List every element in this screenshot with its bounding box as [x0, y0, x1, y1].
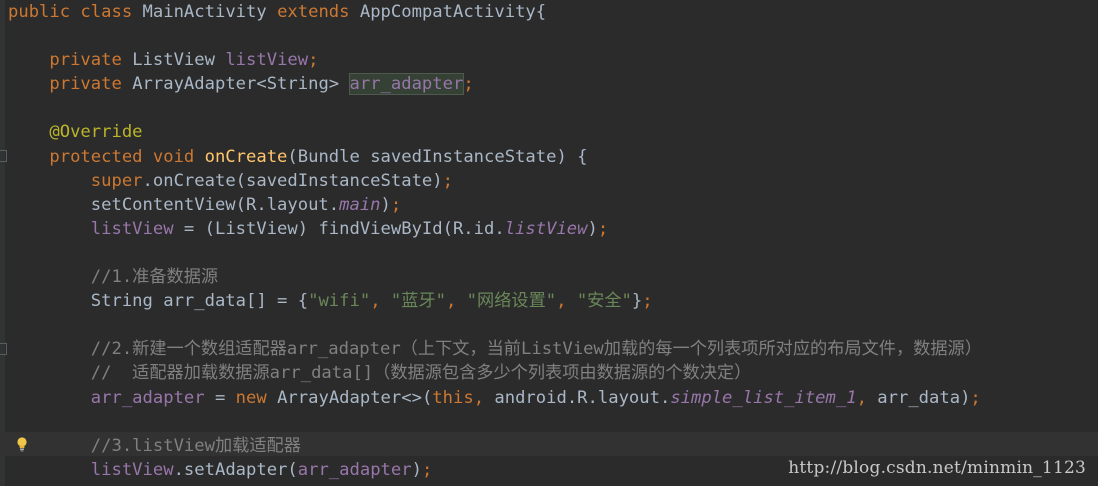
fold-marker-oncreate[interactable] [0, 150, 7, 162]
code-token: //1.准备数据源 [8, 267, 219, 288]
code-token: // 适配器加载数据源arr_data[]（数据源包含多少个列表项由数据源的个数… [8, 363, 752, 384]
code-token: listView [504, 218, 588, 239]
code-line[interactable] [8, 410, 982, 434]
code-token: protected void [8, 146, 205, 167]
code-token: arr_adapter [297, 459, 412, 480]
code-token: listView [225, 50, 309, 71]
code-token: = (ListView) findViewById(R.id. [183, 218, 505, 239]
code-line[interactable] [8, 241, 982, 265]
code-token: .onCreate(savedInstanceState) [142, 170, 443, 191]
code-token: ) [587, 218, 598, 239]
code-line[interactable]: public class MainActivity extends AppCom… [8, 0, 982, 24]
code-token: } [631, 291, 643, 312]
code-token: "安全" [576, 291, 632, 312]
code-token: ArrayAdapter<>( [277, 387, 433, 408]
code-token: listView [8, 459, 174, 480]
code-token: ; [442, 170, 453, 191]
code-line[interactable]: setContentView(R.layout.main); [8, 193, 982, 217]
code-token: extends [277, 2, 360, 22]
code-token: = [214, 387, 236, 408]
code-line[interactable]: //1.准备数据源 [8, 265, 982, 289]
code-line[interactable]: listView = (ListView) findViewById(R.id.… [8, 217, 982, 241]
code-token: public class [8, 2, 143, 22]
code-token: new [235, 387, 278, 408]
code-token: ArrayAdapter<String> [132, 74, 350, 95]
editor-gutter [0, 0, 5, 486]
code-token: main [339, 194, 381, 215]
code-token: private [8, 74, 133, 95]
code-token: AppCompatActivity{ [359, 2, 547, 22]
code-editor[interactable]: public class MainActivity extends AppCom… [0, 0, 1098, 486]
code-token: ; [421, 459, 433, 480]
code-line[interactable] [8, 96, 982, 120]
code-token: (Bundle savedInstanceState) { [287, 146, 588, 167]
code-line[interactable]: private ListView listView; [8, 48, 982, 72]
fold-marker-comment[interactable] [0, 343, 7, 355]
code-token: ; [390, 194, 402, 215]
code-line[interactable]: super.onCreate(savedInstanceState); [8, 169, 982, 193]
code-line[interactable]: // 适配器加载数据源arr_data[]（数据源包含多少个列表项由数据源的个数… [8, 361, 982, 385]
code-token: arr_adapter [8, 387, 215, 408]
code-token: android.R.layout. [494, 387, 671, 408]
code-token: , [556, 291, 577, 312]
code-token: .setAdapter( [173, 459, 298, 480]
code-line[interactable]: String arr_data[] = {"wifi", "蓝牙", "网络设置… [8, 289, 982, 313]
code-token: MainActivity [142, 2, 278, 22]
code-token: , [856, 387, 878, 408]
code-line[interactable]: //3.listView加载适配器 [8, 434, 982, 458]
code-token: , [370, 291, 391, 312]
code-token: @Override [8, 122, 143, 143]
code-token: ListView [132, 50, 226, 71]
code-token: ) [411, 459, 422, 480]
code-token: "蓝牙" [390, 291, 446, 312]
code-token: arr_adapter [348, 73, 465, 96]
code-token: //2.新建一个数组适配器arr_adapter（上下文，当前ListView加… [8, 339, 982, 360]
code-token: , [445, 291, 467, 312]
code-content[interactable]: public class MainActivity extends AppCom… [8, 0, 982, 482]
code-token: ) [380, 194, 391, 215]
code-line[interactable]: protected void onCreate(Bundle savedInst… [8, 145, 982, 169]
code-line[interactable] [8, 24, 982, 48]
code-line[interactable]: private ArrayAdapter<String> arr_adapter… [8, 72, 982, 96]
code-token: this, [432, 387, 495, 408]
code-line[interactable]: arr_adapter = new ArrayAdapter<>(this, a… [8, 386, 982, 410]
code-token: ; [597, 218, 609, 239]
code-token: arr_data) [877, 387, 971, 408]
code-token: //3.listView加载适配器 [8, 435, 301, 456]
code-token: "网络设置" [466, 291, 557, 312]
code-token: onCreate [204, 146, 288, 167]
code-token: ; [642, 291, 653, 312]
code-line[interactable] [8, 313, 982, 337]
code-token: ; [970, 387, 981, 408]
code-line[interactable]: @Override [8, 120, 982, 144]
code-token: setContentView(R.layout. [8, 194, 340, 215]
code-token: ; [463, 74, 474, 95]
code-token: "wifi" [308, 291, 371, 312]
code-line[interactable]: //2.新建一个数组适配器arr_adapter（上下文，当前ListView加… [8, 337, 982, 361]
code-token: super [8, 170, 143, 191]
code-token: String arr_data[] = { [8, 291, 309, 312]
code-token: ; [308, 50, 319, 71]
code-token: private [8, 50, 133, 71]
code-token: simple_list_item_1 [670, 387, 857, 408]
code-token: listView [8, 218, 184, 239]
watermark-url: http://blog.csdn.net/minmin_1123 [788, 458, 1086, 478]
